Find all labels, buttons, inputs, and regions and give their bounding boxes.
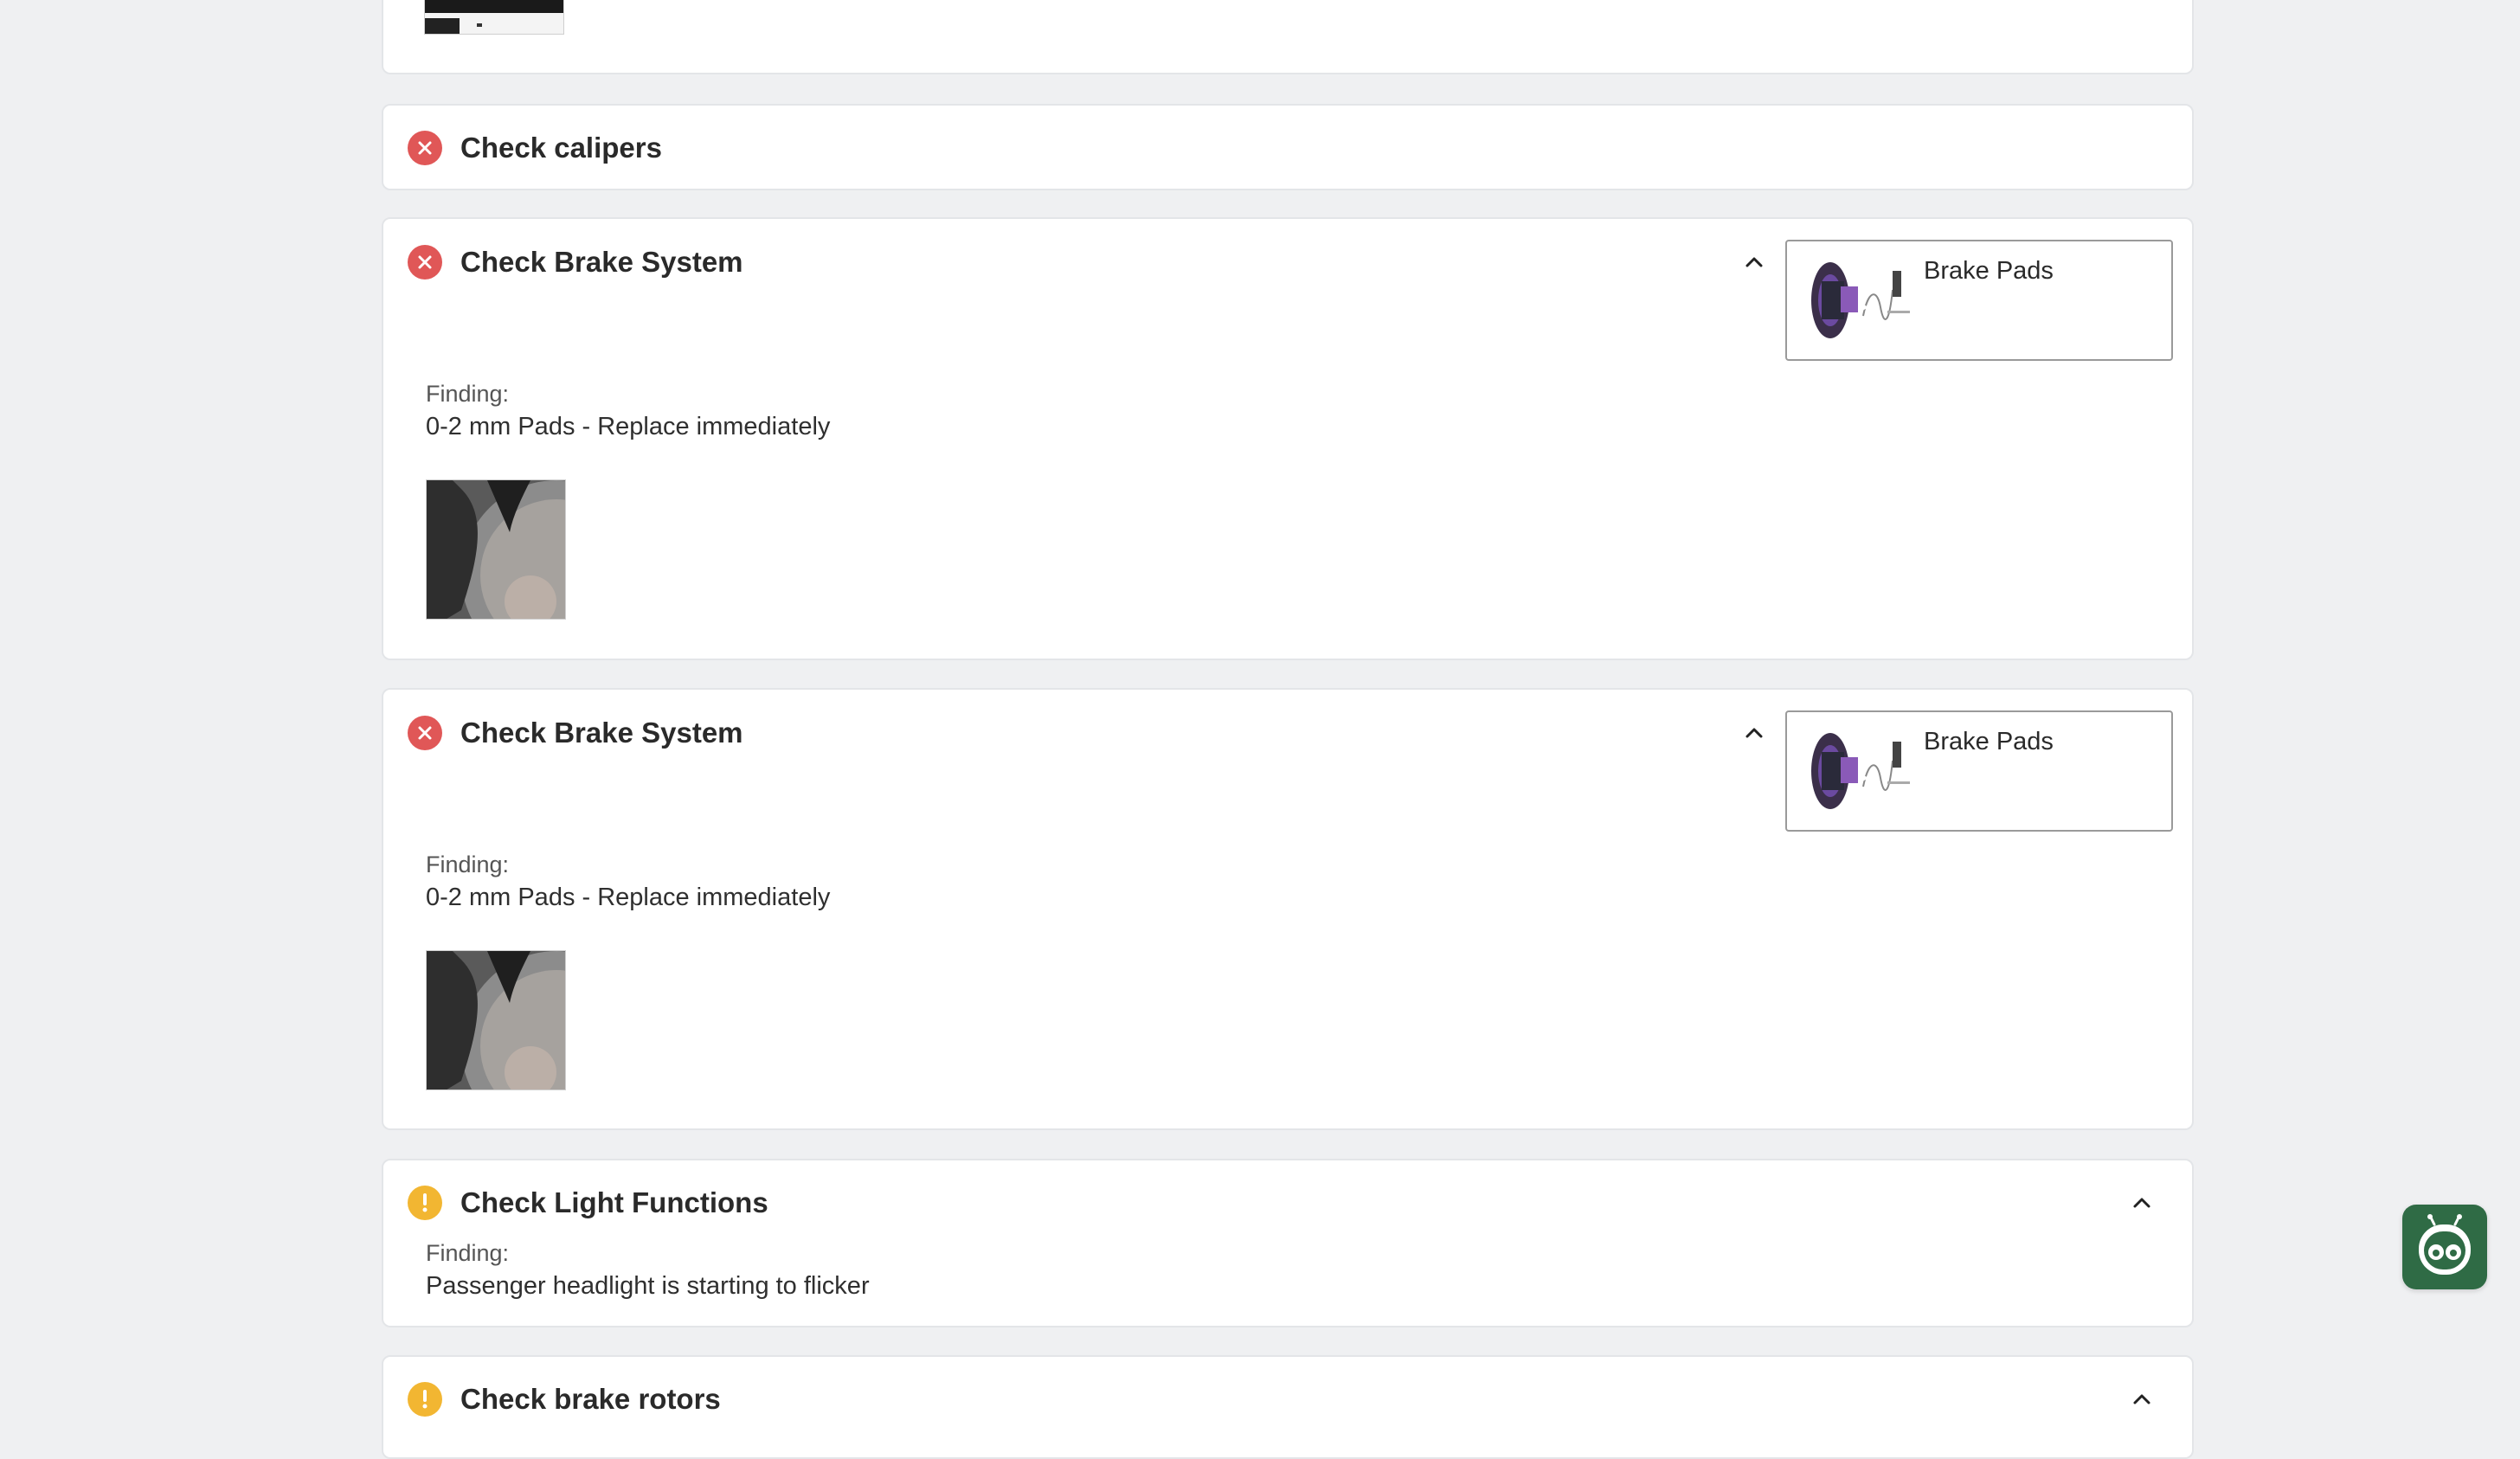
inspection-item-title: Check Brake System xyxy=(460,717,743,749)
finding-photo[interactable] xyxy=(426,479,566,620)
inspection-item-title: Check Brake System xyxy=(460,246,743,278)
inspection-card-check-brake-system: Check Brake System Brake Pads Finding: 0… xyxy=(382,217,2194,660)
inspection-card-top-partial xyxy=(382,0,2194,74)
exclamation-circle-icon xyxy=(408,1382,442,1417)
inspection-item-title: Check Light Functions xyxy=(460,1186,768,1218)
inspection-card-check-calipers[interactable]: Check calipers xyxy=(382,104,2194,190)
brake-pads-thumbnail xyxy=(1803,255,1915,347)
finding-photo[interactable] xyxy=(424,0,564,35)
part-name: Brake Pads xyxy=(1924,257,2054,285)
chevron-up-icon[interactable] xyxy=(2126,1187,2157,1218)
chevron-up-icon[interactable] xyxy=(1739,717,1770,749)
x-circle-icon xyxy=(408,245,442,280)
inspection-item-title: Check brake rotors xyxy=(460,1383,721,1415)
finding-label: Finding: xyxy=(426,852,510,877)
finding-label: Finding: xyxy=(426,1240,510,1266)
inspection-card-check-brake-system: Check Brake System Brake Pads Finding: 0… xyxy=(382,688,2194,1130)
x-circle-icon xyxy=(408,716,442,750)
x-circle-icon xyxy=(408,131,442,165)
inspection-card-check-brake-rotors: Check brake rotors xyxy=(382,1355,2194,1459)
inspection-card-check-light-functions: Check Light Functions Finding: Passenger… xyxy=(382,1159,2194,1327)
finding-value: Passenger headlight is starting to flick… xyxy=(426,1272,870,1300)
finding-label: Finding: xyxy=(426,381,510,407)
finding-value: 0-2 mm Pads - Replace immediately xyxy=(426,413,831,440)
inspection-item-title: Check calipers xyxy=(460,132,662,164)
finding-photo[interactable] xyxy=(426,950,566,1090)
brake-pads-thumbnail xyxy=(1803,726,1915,818)
robot-assistant-icon[interactable] xyxy=(2402,1205,2487,1289)
chevron-up-icon[interactable] xyxy=(1739,247,1770,278)
finding-value: 0-2 mm Pads - Replace immediately xyxy=(426,884,831,911)
part-recommendation-card[interactable]: Brake Pads xyxy=(1785,710,2173,832)
chevron-up-icon[interactable] xyxy=(2126,1384,2157,1415)
part-recommendation-card[interactable]: Brake Pads xyxy=(1785,240,2173,361)
exclamation-circle-icon xyxy=(408,1186,442,1220)
part-name: Brake Pads xyxy=(1924,728,2054,755)
